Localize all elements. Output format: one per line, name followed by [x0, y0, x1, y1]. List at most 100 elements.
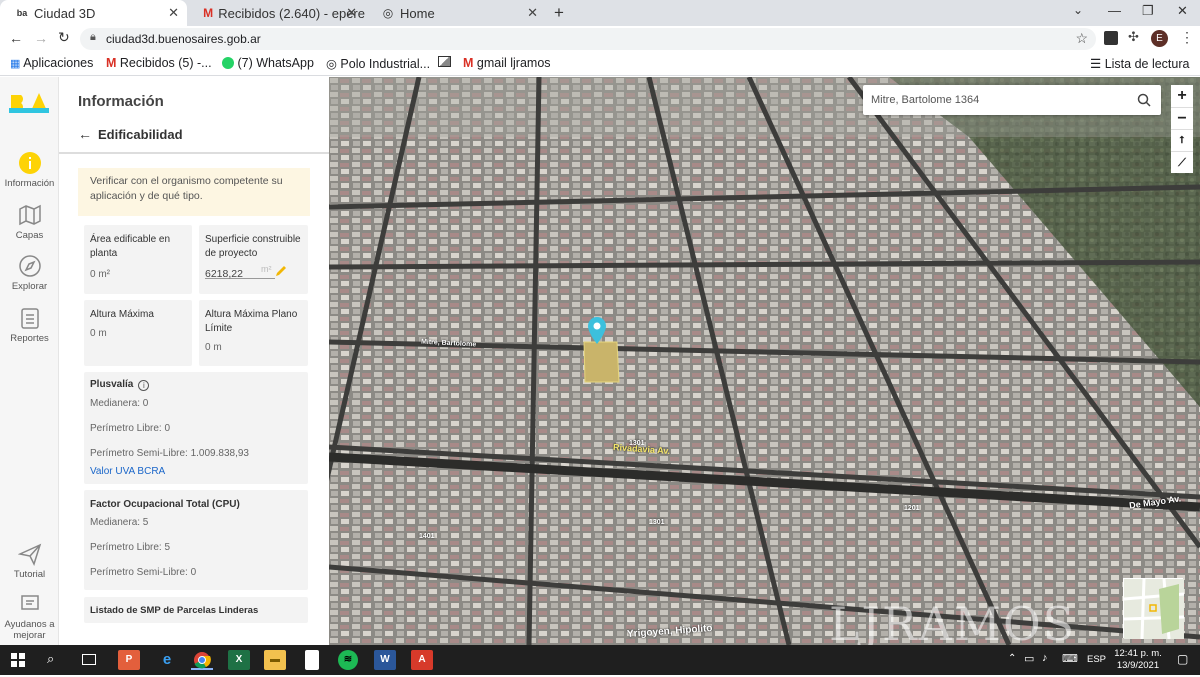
- ba-icon: ba: [16, 8, 28, 18]
- image-icon: [438, 56, 451, 67]
- tilt-icon[interactable]: ⟋: [1171, 151, 1193, 173]
- reload-icon[interactable]: ↻: [58, 29, 70, 46]
- valor-uva-link[interactable]: Valor UVA BCRA: [90, 466, 165, 477]
- tab-home[interactable]: ◎ Home ✕: [366, 0, 546, 26]
- notepad-app-icon[interactable]: [305, 650, 319, 670]
- paint-app-icon[interactable]: P: [118, 650, 140, 670]
- bookmark-image[interactable]: [438, 56, 451, 70]
- puzzle-icon[interactable]: ✣: [1128, 29, 1139, 45]
- tab-recibidos[interactable]: M Recibidos (2.640) - epere ✕: [188, 0, 365, 26]
- rail-item-ayudanos[interactable]: Ayudanos a mejorar: [0, 592, 59, 641]
- tab-label: Home: [400, 5, 435, 21]
- rail-item-explorar[interactable]: Explorar: [0, 254, 59, 292]
- fot-perimetro-libre: Perímetro Libre: 5: [90, 542, 171, 553]
- globe-icon: ◎: [382, 6, 394, 20]
- minimize-icon[interactable]: —: [1108, 3, 1121, 18]
- file-explorer-icon[interactable]: ▬: [264, 650, 286, 670]
- globe-icon: ◎: [326, 57, 337, 71]
- info-panel: Información ← Edificabilidad Verificar c…: [59, 77, 329, 645]
- compass-reset-icon[interactable]: ⭡: [1171, 129, 1193, 151]
- bookmark-polo-industrial[interactable]: ◎ Polo Industrial...: [326, 56, 430, 71]
- gmail-icon: M: [463, 56, 474, 70]
- edge-app-icon[interactable]: e: [156, 650, 178, 670]
- reading-list-icon: ☰: [1090, 57, 1102, 71]
- clock[interactable]: 12:41 p. m. 13/9/2021: [1110, 648, 1166, 672]
- clock-date: 13/9/2021: [1116, 660, 1160, 671]
- bookmarks-bar: ▦ Aplicaciones M Recibidos (5) -... (7) …: [0, 52, 1200, 76]
- window-close-icon[interactable]: ✕: [1177, 3, 1188, 19]
- minimap[interactable]: [1123, 578, 1185, 640]
- chrome-app-icon[interactable]: [191, 650, 213, 670]
- url-text: ciudad3d.buenosaires.gob.ar: [106, 32, 261, 46]
- task-view-icon[interactable]: [82, 654, 96, 665]
- notifications-icon[interactable]: ▢: [1177, 652, 1188, 666]
- pencil-icon[interactable]: [275, 265, 287, 277]
- tab-ciudad-3d[interactable]: ba Ciudad 3D ✕: [0, 0, 187, 26]
- bookmark-gmail-ljramos[interactable]: M gmail ljramos: [463, 56, 551, 70]
- tray-chevron-icon[interactable]: ⌃: [1008, 653, 1016, 664]
- rail-item-tutorial[interactable]: Tutorial: [0, 542, 59, 580]
- left-nav-rail: Información Capas Explorar Reportes Tuto…: [0, 77, 59, 645]
- profile-avatar[interactable]: E: [1151, 30, 1168, 47]
- bookmark-aplicaciones[interactable]: ▦ Aplicaciones: [10, 56, 93, 70]
- area-edificable-card: Área edificable en planta 0 m²: [84, 225, 192, 294]
- lock-icon: 🔒︎: [90, 31, 96, 43]
- windows-start-icon[interactable]: [11, 653, 25, 667]
- altura-plano-card: Altura Máxima Plano Límite 0 m: [199, 300, 308, 366]
- tab-label: Ciudad 3D: [34, 5, 96, 21]
- altura-maxima-label: Altura Máxima: [90, 309, 154, 320]
- minimap-graphic: [1123, 578, 1185, 640]
- zoom-in-button[interactable]: +: [1171, 85, 1193, 107]
- tab-search-icon[interactable]: ⌄: [1073, 3, 1083, 17]
- zoom-out-button[interactable]: −: [1171, 107, 1193, 129]
- reading-list-button[interactable]: ☰ Lista de lectura: [1090, 56, 1189, 71]
- location-marker-icon[interactable]: [587, 317, 607, 345]
- map-search-input[interactable]: Mitre, Bartolome 1364: [863, 85, 1161, 115]
- chrome-icon: [194, 652, 211, 669]
- kebab-menu-icon[interactable]: ⋮: [1180, 29, 1194, 46]
- spotify-app-icon[interactable]: ≋: [338, 650, 358, 670]
- altura-plano-value: 0 m: [205, 342, 222, 353]
- whatsapp-icon: [222, 57, 234, 69]
- superficie-input[interactable]: 6218,22 m²: [205, 264, 275, 280]
- network-icon[interactable]: ▭: [1024, 652, 1034, 665]
- plusvalia-perimetro-semi: Perímetro Semi-Libre: 1.009.838,93: [90, 448, 249, 459]
- extension-icon[interactable]: [1104, 31, 1118, 45]
- close-icon[interactable]: ✕: [527, 5, 538, 21]
- ba-logo[interactable]: [9, 89, 49, 113]
- search-icon[interactable]: [1137, 93, 1151, 107]
- back-arrow-icon[interactable]: ←: [9, 30, 23, 46]
- restore-icon[interactable]: ❐: [1142, 3, 1154, 19]
- rail-item-capas[interactable]: Capas: [0, 203, 59, 241]
- aerial-city-imagery: [329, 77, 1200, 645]
- rail-item-reportes[interactable]: Reportes: [0, 306, 59, 344]
- info-circle-icon[interactable]: i: [138, 379, 150, 391]
- browser-tab-bar: ba Ciudad 3D ✕ M Recibidos (2.640) - epe…: [0, 0, 1200, 26]
- altura-maxima-card: Altura Máxima 0 m: [84, 300, 192, 366]
- bookmark-recibidos[interactable]: M Recibidos (5) -...: [106, 56, 212, 70]
- map-view-3d[interactable]: Rivadavia Av. Mitre, Bartolome Yrigoyen,…: [329, 77, 1200, 645]
- volume-icon[interactable]: ♪: [1042, 652, 1048, 664]
- word-app-icon[interactable]: W: [374, 650, 396, 670]
- listado-smp-card[interactable]: Listado de SMP de Parcelas Linderas: [84, 597, 308, 623]
- fot-perimetro-semi: Perímetro Semi-Libre: 0: [90, 567, 197, 578]
- paper-plane-icon: [17, 543, 41, 566]
- area-edificable-label: Área edificable en planta: [90, 234, 171, 259]
- back-to-edificabilidad[interactable]: ← Edificabilidad: [78, 126, 183, 142]
- new-tab-button[interactable]: +: [554, 3, 564, 23]
- address-bar[interactable]: 🔒︎ ciudad3d.buenosaires.gob.ar ☆: [80, 28, 1096, 50]
- panel-title: Información: [78, 93, 164, 110]
- excel-app-icon[interactable]: X: [228, 650, 250, 670]
- gmail-icon: M: [203, 6, 214, 20]
- language-indicator[interactable]: ESP: [1087, 654, 1106, 665]
- close-icon[interactable]: ✕: [168, 5, 179, 21]
- search-icon[interactable]: ⌕: [47, 651, 54, 667]
- keyboard-icon[interactable]: ⌨: [1062, 652, 1078, 665]
- bookmark-whatsapp[interactable]: (7) WhatsApp: [222, 56, 314, 70]
- star-icon[interactable]: ☆: [1075, 30, 1088, 47]
- close-icon[interactable]: ✕: [346, 5, 357, 21]
- forward-arrow-icon[interactable]: →: [34, 30, 48, 46]
- rail-item-informacion[interactable]: Información: [0, 151, 59, 189]
- acrobat-app-icon[interactable]: A: [411, 650, 433, 670]
- street-number-1201: 1201: [904, 505, 920, 512]
